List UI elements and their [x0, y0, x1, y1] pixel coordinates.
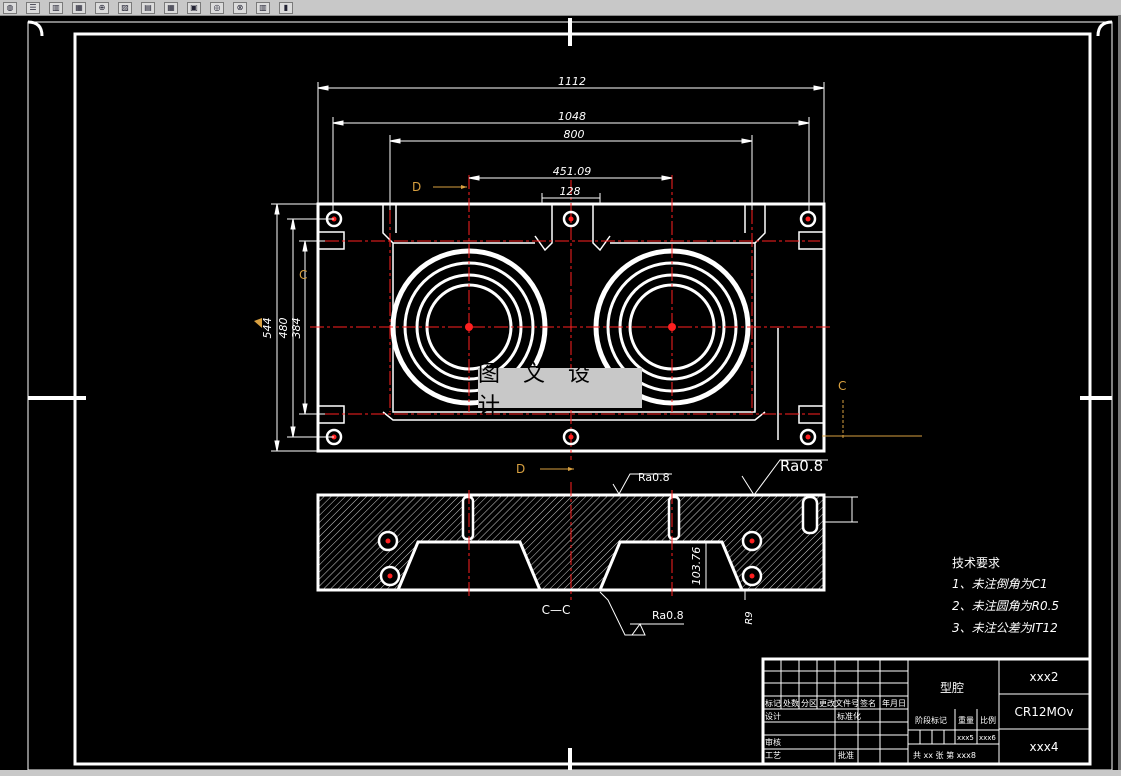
dim-r9: R9 — [744, 611, 755, 624]
properties-icon[interactable]: ▮ — [279, 1, 293, 14]
dim-1048: 1048 — [558, 110, 586, 123]
tech-req-1: 1、未注倒角为C1 — [952, 577, 1048, 591]
insert-icon[interactable]: ⊕ — [95, 1, 109, 14]
section-label-d-bottom: D — [516, 462, 525, 476]
section-label-d-top: D — [412, 180, 421, 194]
section-view: 103.76 R9 Ra0.8 Ra0.8 Ra0.8 C—C — [316, 457, 858, 636]
tb-company: xxx4 — [1030, 740, 1059, 754]
dim-451: 451.09 — [553, 165, 592, 178]
tb-col-change: 更改文件号 — [819, 698, 859, 708]
status-bar — [0, 770, 1121, 776]
section-label-c-right: C — [838, 379, 846, 393]
roughness-label-1: Ra0.8 — [638, 471, 670, 484]
dim-1112: 1112 — [558, 75, 586, 88]
section-view-label: C—C — [542, 603, 571, 617]
tb-code: xxx2 — [1030, 670, 1059, 684]
dim-103-76: 103.76 — [690, 547, 703, 586]
top-view — [310, 175, 922, 471]
grid-icon[interactable]: ▦ — [164, 1, 178, 14]
table-icon[interactable]: ▤ — [141, 1, 155, 14]
tb-scale: 比例 — [980, 715, 996, 725]
tech-req-2: 2、未注圆角为R0.5 — [952, 599, 1059, 613]
roughness-label-3: Ra0.8 — [652, 609, 684, 622]
hatch-icon[interactable]: ▨ — [118, 1, 132, 14]
tech-req-title: 技术要求 — [952, 556, 1000, 570]
tech-req-3: 3、未注公差为IT12 — [952, 621, 1058, 635]
dim-544: 544 — [261, 318, 274, 339]
section-label-c-left: C — [299, 268, 307, 282]
section-marker — [254, 318, 262, 328]
draw-icon[interactable]: ◍ — [3, 1, 17, 14]
tb-col-zone: 分区 — [801, 699, 817, 708]
dim-800: 800 — [564, 128, 585, 141]
toolbar: ◍ ☰ ▥ ▦ ⊕ ▨ ▤ ▦ ▣ ◎ ⊗ ▥ ▮ — [0, 0, 1121, 16]
panel-icon[interactable]: ▦ — [72, 1, 86, 14]
tb-col-sign: 签名 — [860, 698, 876, 708]
tb-stage: 阶段标记 — [915, 715, 947, 725]
tb-approve: 批准 — [838, 750, 854, 760]
watermark-logo: 图 文 设 计 — [478, 362, 642, 419]
tb-col-date: 年月日 — [882, 698, 906, 708]
snap-icon[interactable]: ◎ — [210, 1, 224, 14]
bar-icon[interactable]: ▥ — [49, 1, 63, 14]
tb-process: 工艺 — [765, 751, 781, 760]
tb-col-mark: 标记 — [765, 698, 781, 708]
tb-scale-value: xxx6 — [979, 734, 996, 742]
roughness-label-2: Ra0.8 — [780, 457, 823, 475]
tb-weight-value: xxx5 — [957, 734, 974, 742]
technical-requirements: 技术要求 1、未注倒角为C1 2、未注圆角为R0.5 3、未注公差为IT12 — [952, 556, 1059, 635]
tb-material: CR12MOv — [1015, 705, 1074, 719]
tb-sheets: 共 xx 张 第 xxx8 — [913, 750, 976, 760]
layer-icon[interactable]: ☰ — [26, 1, 40, 14]
dim-384: 384 — [290, 318, 303, 339]
tb-part-name: 型腔 — [940, 680, 964, 695]
tb-standard: 标准化 — [837, 711, 861, 721]
column-icon[interactable]: ▥ — [256, 1, 270, 14]
title-block: 标记 处数 分区 更改文件号 签名 年月日 设计 标准化 审核 工艺 批准 阶段… — [761, 657, 1092, 766]
tb-col-count: 处数 — [783, 698, 799, 708]
orbit-icon[interactable]: ⊗ — [233, 1, 247, 14]
block-icon[interactable]: ▣ — [187, 1, 201, 14]
tb-check: 审核 — [765, 737, 781, 747]
dim-480: 480 — [277, 318, 290, 339]
tb-design: 设计 — [765, 711, 781, 721]
dim-128: 128 — [560, 185, 581, 198]
tb-weight: 重量 — [958, 715, 974, 725]
